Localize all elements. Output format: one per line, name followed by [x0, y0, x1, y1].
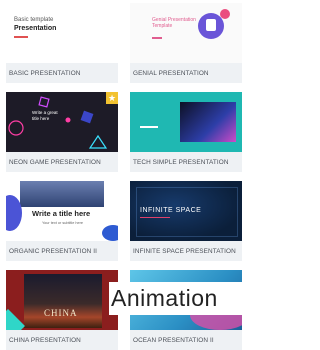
teal-corner-decor — [6, 309, 25, 330]
accent-bar — [140, 126, 158, 128]
organic-blob-right — [102, 225, 118, 241]
template-thumbnail[interactable]: CHINA — [6, 270, 118, 330]
decor-circle-small — [220, 9, 230, 19]
template-thumbnail[interactable]: Write a great title here ★ — [6, 92, 118, 152]
template-label: TECH SIMPLE PRESENTATION — [130, 153, 242, 172]
template-label: INFINITE SPACE PRESENTATION — [130, 242, 242, 261]
template-label: BASIC PRESENTATION — [6, 64, 118, 83]
template-label: ORGANIC PRESENTATION II — [6, 242, 118, 261]
template-thumbnail[interactable]: Genial Presentation Template — [130, 3, 242, 63]
thumb-title: CHINA — [44, 308, 78, 318]
template-thumbnail[interactable] — [130, 92, 242, 152]
decor-illustration-icon — [206, 19, 216, 31]
template-card-neon-game[interactable]: Write a great title here ★ NEON GAME PRE… — [6, 92, 118, 172]
thumb-subtitle: Presentation — [14, 25, 57, 32]
thumb-title: Genial Presentation Template — [152, 17, 196, 29]
thumb-title: Write a title here — [32, 209, 91, 218]
china-photo — [24, 274, 102, 328]
template-card-infinite-space[interactable]: INFINITE SPACE INFINITE SPACE PRESENTATI… — [130, 181, 242, 261]
thumb-subtitle: Your text or subtitle here — [42, 221, 84, 225]
template-label: GENIAL PRESENTATION — [130, 64, 242, 83]
template-card-genial[interactable]: Genial Presentation Template GENIAL PRES… — [130, 3, 242, 83]
template-card-basic[interactable]: Basic template Presentation BASIC PRESEN… — [6, 3, 118, 83]
template-thumbnail[interactable]: Basic template Presentation — [6, 3, 118, 63]
tech-image — [180, 102, 236, 142]
accent-line — [14, 36, 28, 38]
thumb-title: Basic template — [14, 17, 54, 23]
template-label: CHINA PRESENTATION — [6, 331, 118, 350]
favorite-star-badge[interactable]: ★ — [106, 92, 118, 104]
template-label: NEON GAME PRESENTATION — [6, 153, 118, 172]
template-card-china[interactable]: CHINA CHINA PRESENTATION — [6, 270, 118, 350]
template-thumbnail[interactable]: INFINITE SPACE — [130, 181, 242, 241]
template-card-tech-simple[interactable]: TECH SIMPLE PRESENTATION — [130, 92, 242, 172]
space-frame — [136, 187, 238, 237]
template-thumbnail[interactable]: Write a title here Your text or subtitle… — [6, 181, 118, 241]
organic-photo — [20, 181, 104, 207]
accent-line — [152, 37, 162, 39]
neon-shapes-icon — [8, 96, 108, 149]
animation-caption: Animation — [109, 282, 247, 315]
template-label: OCEAN PRESENTATION II — [130, 331, 242, 350]
template-card-organic[interactable]: Write a title here Your text or subtitle… — [6, 181, 118, 261]
